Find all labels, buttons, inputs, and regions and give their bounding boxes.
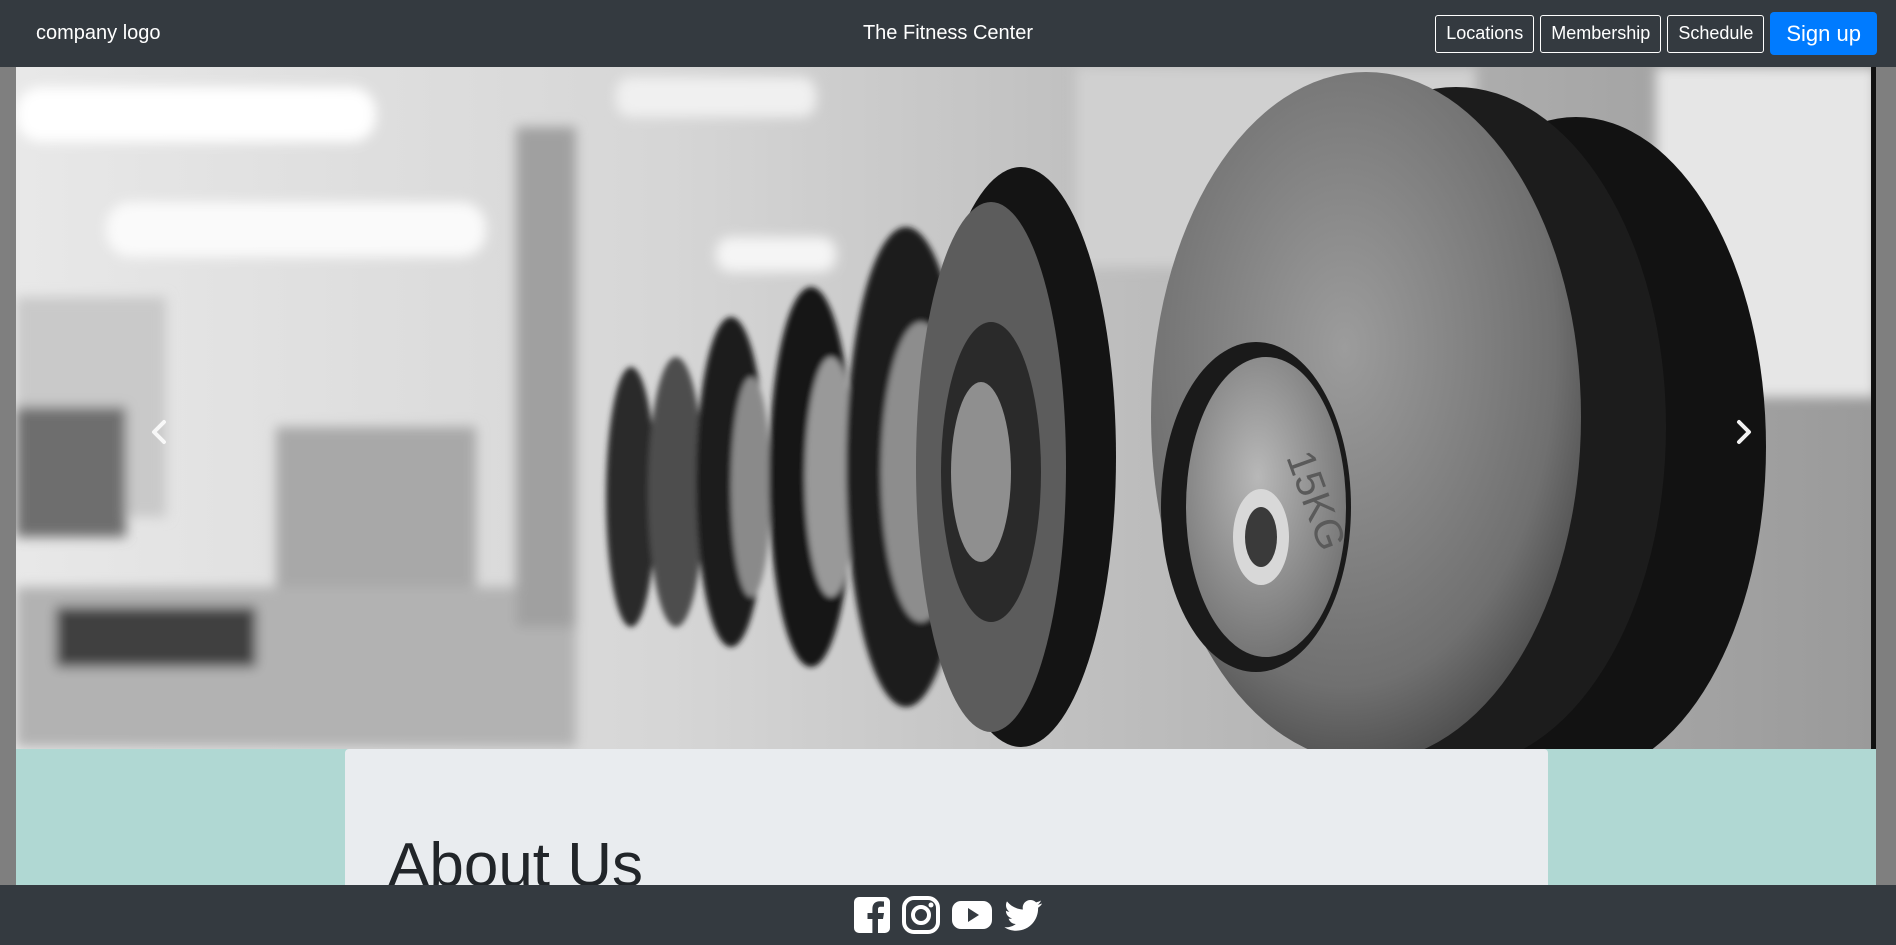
carousel-next-button[interactable] [1728,417,1758,447]
schedule-button[interactable]: Schedule [1667,14,1765,53]
top-navbar: company logo The Fitness Center Location… [0,0,1896,67]
facebook-icon[interactable] [852,894,894,936]
hero-carousel: 15KG [16,67,1876,749]
footer [0,885,1896,945]
about-us-heading: About Us [388,831,644,886]
membership-button[interactable]: Membership [1540,14,1662,53]
chevron-right-icon [1737,420,1751,444]
locations-button[interactable]: Locations [1435,14,1535,53]
sign-up-button[interactable]: Sign up [1770,12,1877,55]
gym-dumbbell-photo: 15KG [16,67,1876,749]
nav-button-group: Locations Membership Schedule Sign up [1435,12,1877,55]
carousel-prev-button[interactable] [145,417,175,447]
chevron-left-icon [152,420,166,444]
instagram-icon[interactable] [900,894,942,936]
twitter-icon[interactable] [1002,894,1044,936]
about-us-card: About Us [345,749,1548,885]
youtube-icon[interactable] [948,894,996,936]
